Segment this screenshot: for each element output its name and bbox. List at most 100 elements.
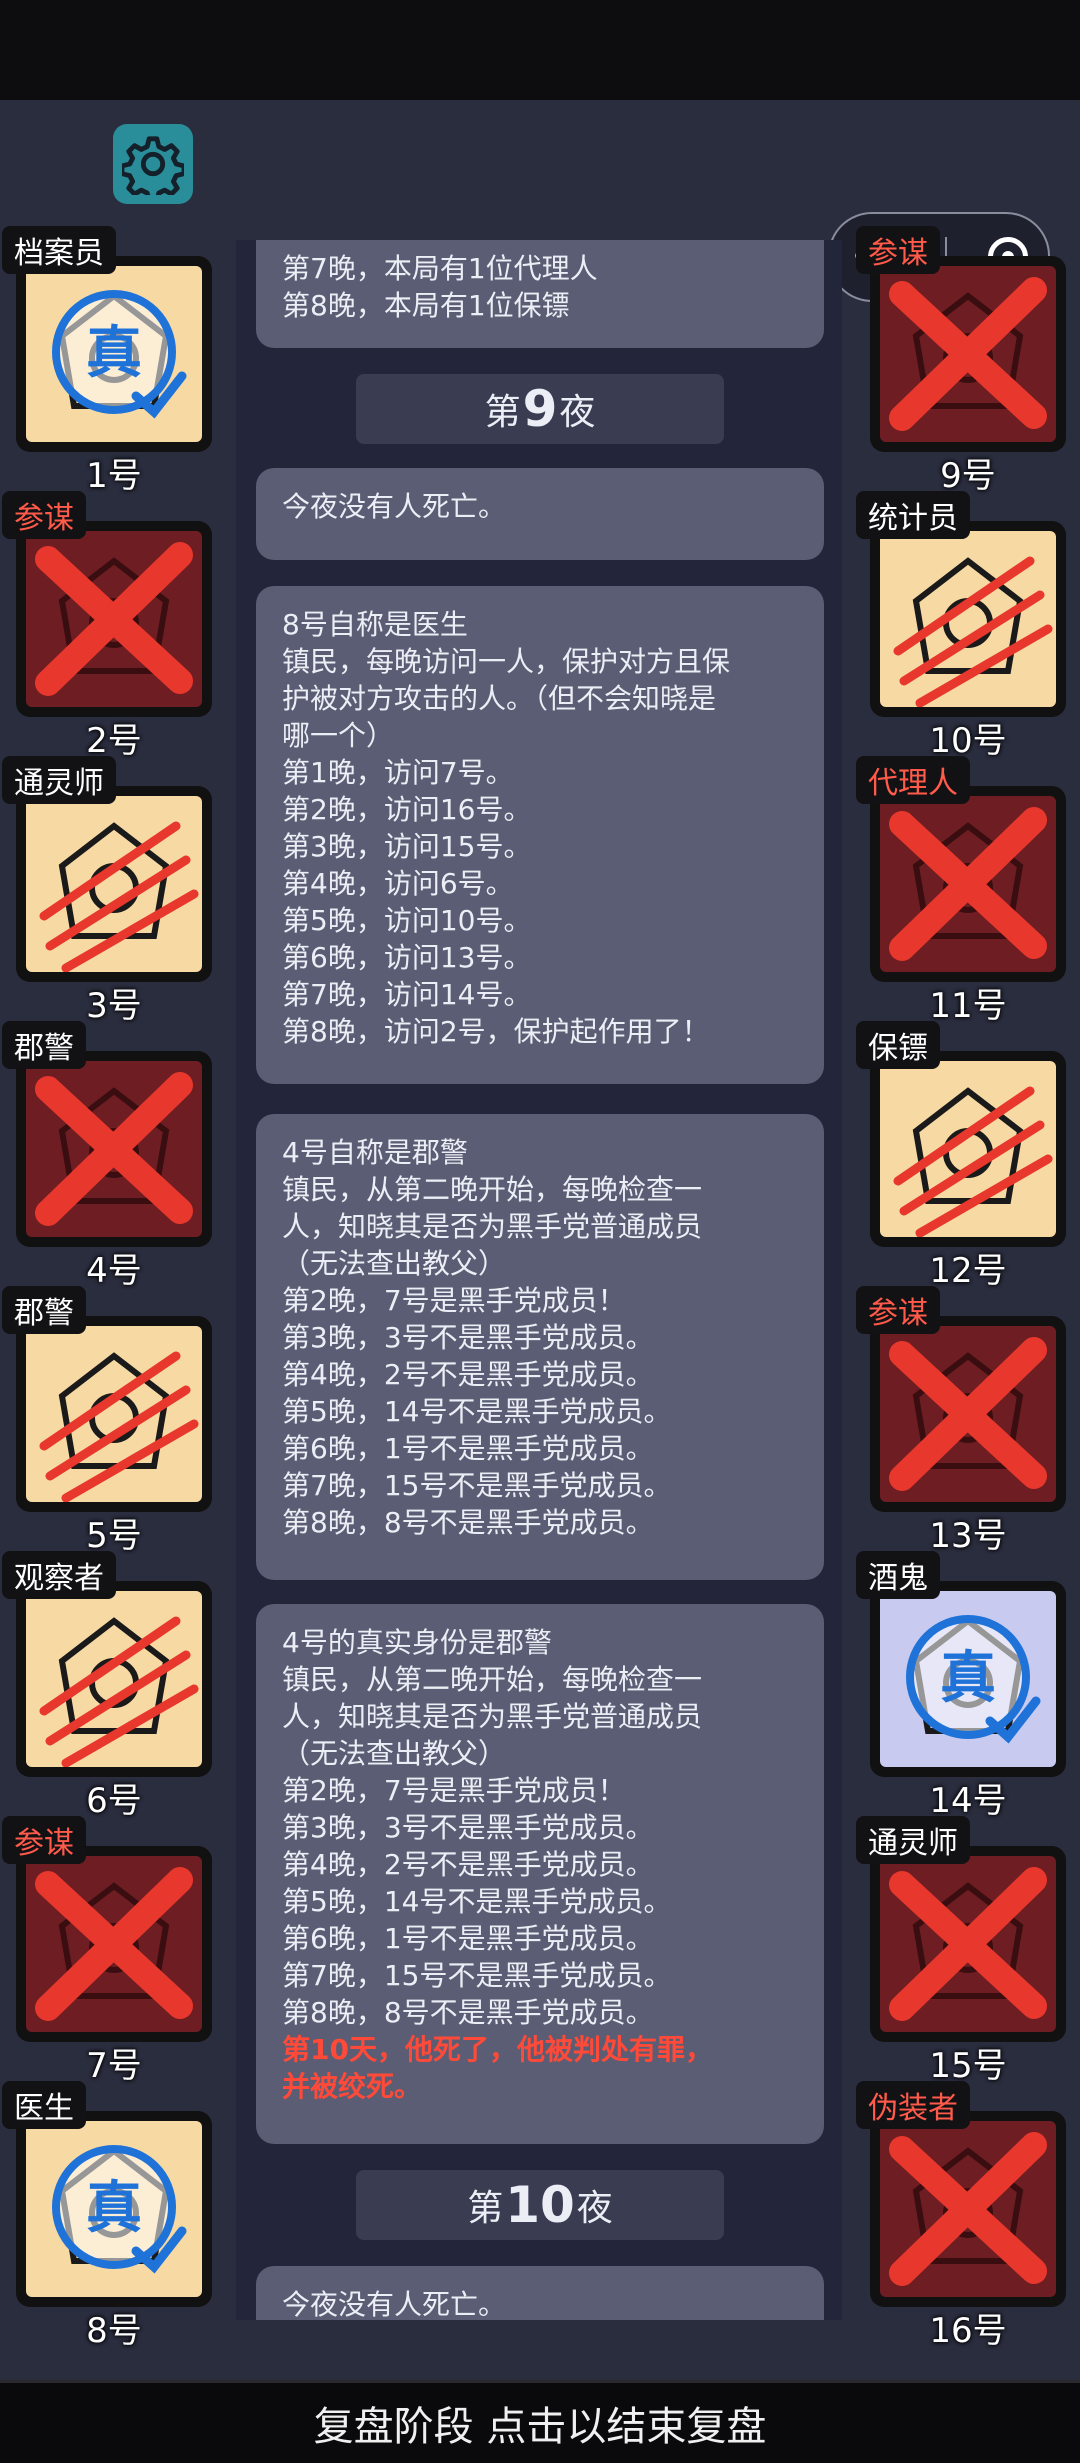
role-card-face — [880, 1326, 1056, 1502]
log-line: 4号自称是郡警 — [282, 1136, 468, 1169]
player-slot[interactable]: 郡警 4号 — [2, 1021, 212, 1291]
night-number: 10 — [505, 2176, 575, 2234]
role-card[interactable] — [870, 256, 1066, 452]
player-slot[interactable]: 真医生 8号 — [2, 2081, 212, 2351]
game-log[interactable]: 第7晚，本局有1位代理人 第8晚，本局有1位保镖 第9夜 今夜没有人死亡。 8号… — [236, 240, 842, 2320]
role-card[interactable] — [16, 1846, 212, 2042]
role-card[interactable]: 真 — [16, 256, 212, 452]
role-card-face — [26, 531, 202, 707]
player-slot[interactable]: 参谋 13号 — [856, 1286, 1066, 1556]
strategist-icon — [35, 1867, 193, 2021]
role-label: 参谋 — [856, 226, 940, 274]
disguiser-icon — [889, 2132, 1047, 2286]
player-number: 16号 — [929, 2311, 1007, 2351]
player-number: 8号 — [86, 2311, 142, 2351]
settings-button[interactable] — [113, 124, 193, 204]
log-line: 第8晚，8号不是黑手党成员。 — [282, 1506, 654, 1539]
role-label: 统计员 — [856, 491, 970, 539]
log-line: 8号自称是医生 — [282, 608, 468, 641]
log-line: 第8晚，8号不是黑手党成员。 — [282, 1996, 654, 2029]
archivist-icon: 真 — [52, 290, 187, 419]
gear-icon — [122, 136, 184, 195]
role-label: 参谋 — [856, 1286, 940, 1334]
log-line: 第7晚，本局有1位代理人 — [282, 252, 598, 285]
role-label: 通灵师 — [856, 1816, 970, 1864]
true-badge-text: 真 — [86, 2176, 142, 2241]
role-card-face — [26, 796, 202, 972]
role-card-face — [880, 1061, 1056, 1237]
bodyguard-icon — [893, 1086, 1053, 1237]
log-line: 第2晚，访问16号。 — [282, 793, 532, 826]
player-slot[interactable]: 通灵师 3号 — [2, 756, 212, 1026]
player-number: 10号 — [929, 721, 1007, 761]
claw-slash-mark — [893, 556, 1053, 707]
role-card[interactable]: 真 — [16, 2111, 212, 2307]
role-card[interactable] — [870, 1846, 1066, 2042]
log-line: 镇民，从第二晚开始，每晚检查一 — [282, 1173, 703, 1206]
true-badge-icon: 真 — [52, 290, 187, 419]
medium-icon — [889, 1867, 1047, 2021]
log-line: 第1晚，访问7号。 — [282, 756, 514, 789]
log-death-line: 第10天，他死了，他被判处有罪， — [282, 2033, 713, 2066]
night-9-header: 第9夜 — [356, 374, 724, 444]
role-card[interactable] — [16, 786, 212, 982]
role-label: 参谋 — [2, 491, 86, 539]
player-slot[interactable]: 统计员 10号 — [856, 491, 1066, 761]
player-number: 2号 — [86, 721, 142, 761]
medium-icon — [39, 821, 199, 972]
player-slot[interactable]: 真 档案员 1号 — [2, 226, 212, 496]
player-slot[interactable]: 通灵师 15号 — [856, 1816, 1066, 2086]
role-card[interactable] — [16, 1316, 212, 1512]
night-10-header: 第 10 夜 — [356, 2170, 724, 2240]
log-line: 第8晚，本局有1位保镖 — [282, 289, 570, 322]
log-line: 4号的真实身份是郡警 — [282, 1626, 552, 1659]
log-line: 第8晚，访问2号，保护起作用了！ — [282, 1015, 710, 1048]
role-card[interactable] — [870, 786, 1066, 982]
status-bar — [0, 0, 1080, 100]
player-slot[interactable]: 郡警 5号 — [2, 1286, 212, 1556]
player-number: 11号 — [929, 986, 1007, 1026]
end-review-button[interactable]: 复盘阶段 点击以结束复盘 — [0, 2380, 1080, 2463]
true-badge-icon: 真 — [52, 2145, 187, 2274]
role-card[interactable]: 真 — [870, 1581, 1066, 1777]
log-line: （无法查出教父） — [282, 1737, 507, 1770]
player-slot[interactable]: 保镖 12号 — [856, 1021, 1066, 1291]
log-line: 今夜没有人死亡。 — [282, 490, 507, 523]
log-message-4: 4号的真实身份是郡警 镇民，从第二晚开始，每晚检查一 人，知晓其是否为黑手党普通… — [256, 1604, 824, 2144]
player-slot[interactable]: 真酒鬼 14号 — [856, 1551, 1066, 1821]
log-line: 第7晚，15号不是黑手党成员。 — [282, 1469, 672, 1502]
role-card[interactable] — [870, 2111, 1066, 2307]
player-slot[interactable]: 参谋 7号 — [2, 1816, 212, 2086]
player-slot[interactable]: 伪装者 16号 — [856, 2081, 1066, 2351]
log-line: 护被对方攻击的人。（但不会知晓是 — [282, 682, 717, 715]
role-card-face — [880, 796, 1056, 972]
log-line: 第4晚，2号不是黑手党成员。 — [282, 1848, 654, 1881]
role-card[interactable] — [870, 1051, 1066, 1247]
agent-icon — [889, 807, 1047, 961]
role-card[interactable] — [870, 521, 1066, 717]
role-card[interactable] — [870, 1316, 1066, 1512]
log-line: 镇民，每晚访问一人，保护对方且保 — [282, 645, 731, 678]
player-slot[interactable]: 参谋 9号 — [856, 226, 1066, 496]
log-line: 第6晚，访问13号。 — [282, 941, 532, 974]
log-line: 第4晚，2号不是黑手党成员。 — [282, 1358, 654, 1391]
strategist-icon — [889, 1337, 1047, 1491]
player-slot[interactable]: 参谋 2号 — [2, 491, 212, 761]
role-card-face: 真 — [26, 266, 202, 442]
log-line: 第7晚，访问14号。 — [282, 978, 532, 1011]
player-slot[interactable]: 代理人 11号 — [856, 756, 1066, 1026]
player-slot[interactable]: 观察者 6号 — [2, 1551, 212, 1821]
log-line: 人，知晓其是否为黑手党普通成员 — [282, 1210, 703, 1243]
role-card[interactable] — [16, 521, 212, 717]
role-card[interactable] — [16, 1051, 212, 1247]
log-message-5: 今夜没有人死亡。 — [256, 2266, 824, 2320]
player-number: 7号 — [86, 2046, 142, 2086]
role-card-face: 真 — [26, 2121, 202, 2297]
log-line: 第3晚，3号不是黑手党成员。 — [282, 1321, 654, 1354]
role-card[interactable] — [16, 1581, 212, 1777]
log-line: 第5晚，访问10号。 — [282, 904, 532, 937]
player-number: 4号 — [86, 1251, 142, 1291]
role-label: 保镖 — [856, 1021, 940, 1069]
claw-slash-mark — [39, 1351, 199, 1502]
log-line: 第3晚，访问15号。 — [282, 830, 532, 863]
